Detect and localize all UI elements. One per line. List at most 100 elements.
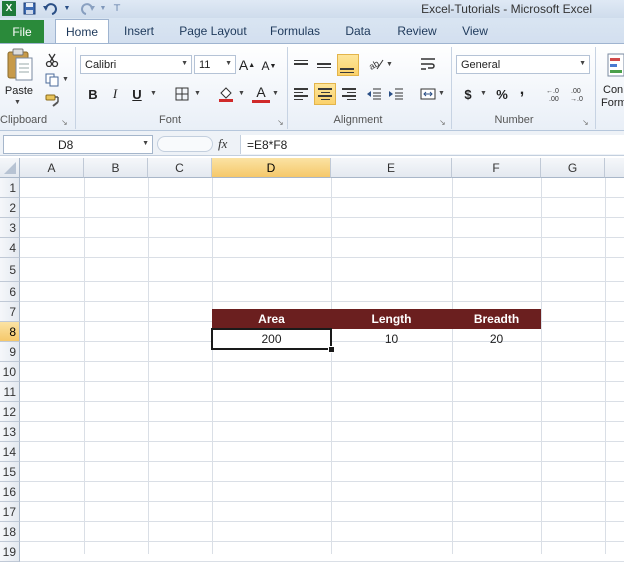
- decrease-decimal-icon[interactable]: .00 →.0: [570, 84, 592, 104]
- cell-e7[interactable]: Length: [331, 309, 452, 329]
- currency-button[interactable]: $: [460, 84, 476, 104]
- gridline: [84, 178, 85, 554]
- row-header-9[interactable]: 9: [0, 342, 20, 362]
- gridline: [20, 381, 624, 382]
- svg-text:ab: ab: [368, 58, 381, 71]
- column-header-e[interactable]: E: [331, 158, 452, 178]
- row-header-13[interactable]: 13: [0, 422, 20, 442]
- column-header-b[interactable]: B: [84, 158, 148, 178]
- percent-button[interactable]: %: [494, 84, 510, 104]
- align-middle-icon[interactable]: [315, 54, 335, 74]
- column-header-f[interactable]: F: [452, 158, 541, 178]
- shrink-font-button[interactable]: A ▼: [260, 56, 278, 76]
- cell-e8[interactable]: 10: [331, 329, 452, 349]
- align-bottom-icon[interactable]: [337, 54, 359, 76]
- copy-dropdown-icon[interactable]: ▼: [62, 76, 69, 83]
- fill-color-icon[interactable]: [216, 84, 236, 104]
- row-header-3[interactable]: 3: [0, 218, 20, 238]
- row-header-2[interactable]: 2: [0, 198, 20, 218]
- row-header-12[interactable]: 12: [0, 402, 20, 422]
- gridline: [148, 178, 149, 554]
- column-header-c[interactable]: C: [148, 158, 212, 178]
- italic-button[interactable]: I: [106, 84, 124, 104]
- tab-view[interactable]: View: [452, 19, 498, 43]
- paste-dropdown-icon[interactable]: ▼: [14, 99, 21, 106]
- cell-d7[interactable]: Area: [212, 309, 331, 329]
- insert-function-button[interactable]: fx: [218, 136, 236, 152]
- tab-formulas[interactable]: Formulas: [264, 19, 326, 43]
- underline-button[interactable]: U: [128, 84, 146, 104]
- underline-dropdown-icon[interactable]: ▼: [150, 90, 157, 97]
- row-header-15[interactable]: 15: [0, 462, 20, 482]
- paste-button[interactable]: Paste: [4, 85, 34, 97]
- decrease-indent-icon[interactable]: [364, 84, 384, 104]
- fill-color-dropdown-icon[interactable]: ▼: [238, 90, 245, 97]
- row-header-17[interactable]: 17: [0, 502, 20, 522]
- currency-dropdown-icon[interactable]: ▼: [480, 90, 487, 97]
- font-color-dropdown-icon[interactable]: ▼: [272, 90, 279, 97]
- font-size-select[interactable]: 11 ▼: [194, 55, 236, 74]
- cell-f7[interactable]: Breadth: [452, 309, 541, 329]
- tab-home[interactable]: Home: [55, 19, 109, 43]
- cut-icon[interactable]: [42, 50, 62, 70]
- borders-dropdown-icon[interactable]: ▼: [194, 90, 201, 97]
- conditional-formatting-button[interactable]: Con: [603, 84, 623, 96]
- row-header-7[interactable]: 7: [0, 302, 20, 322]
- select-all-corner[interactable]: [0, 158, 20, 178]
- grow-font-button[interactable]: A ▲: [238, 55, 256, 75]
- align-center-icon[interactable]: [314, 83, 336, 105]
- row-header-11[interactable]: 11: [0, 382, 20, 402]
- row-header-6[interactable]: 6: [0, 282, 20, 302]
- number-format-select[interactable]: General ▼: [456, 55, 590, 74]
- row-header-16[interactable]: 16: [0, 482, 20, 502]
- formula-input[interactable]: =E8*F8: [240, 135, 624, 154]
- wrap-text-icon[interactable]: [418, 54, 438, 74]
- row-header-5[interactable]: 5: [0, 258, 20, 282]
- increase-indent-icon[interactable]: [386, 84, 406, 104]
- column-header-a[interactable]: A: [20, 158, 84, 178]
- formula-bar-splitter[interactable]: [157, 136, 213, 152]
- clipboard-launcher-icon[interactable]: ↘: [61, 118, 68, 127]
- font-launcher-icon[interactable]: ↘: [277, 118, 284, 127]
- tab-review[interactable]: Review: [390, 19, 444, 43]
- tab-insert[interactable]: Insert: [114, 19, 164, 43]
- row-header-18[interactable]: 18: [0, 522, 20, 542]
- name-box[interactable]: D8 ▼: [3, 135, 153, 154]
- row-header-19[interactable]: 19: [0, 542, 20, 562]
- format-painter-icon[interactable]: [42, 90, 62, 110]
- align-right-icon[interactable]: [338, 84, 358, 104]
- merge-dropdown-icon[interactable]: ▼: [438, 90, 445, 97]
- merge-center-icon[interactable]: [418, 84, 438, 104]
- font-name-select[interactable]: Calibri ▼: [80, 55, 192, 74]
- number-launcher-icon[interactable]: ↘: [582, 118, 589, 127]
- gridline: [541, 178, 542, 554]
- alignment-launcher-icon[interactable]: ↘: [439, 118, 446, 127]
- align-left-icon[interactable]: [292, 84, 312, 104]
- row-header-14[interactable]: 14: [0, 442, 20, 462]
- cell-d8-active[interactable]: 200: [211, 328, 332, 350]
- tab-page-layout[interactable]: Page Layout: [172, 19, 254, 43]
- increase-decimal-icon[interactable]: ←.0.00: [546, 84, 568, 104]
- orientation-icon[interactable]: ab: [366, 54, 386, 74]
- tab-data[interactable]: Data: [336, 19, 380, 43]
- copy-icon[interactable]: [42, 70, 62, 90]
- orientation-dropdown-icon[interactable]: ▼: [386, 61, 393, 68]
- row-header-10[interactable]: 10: [0, 362, 20, 382]
- cell-f8[interactable]: 20: [452, 329, 541, 349]
- tab-file[interactable]: File: [0, 20, 44, 43]
- align-top-icon[interactable]: [292, 54, 312, 74]
- font-color-button[interactable]: A: [252, 84, 270, 103]
- row-header-8[interactable]: 8: [0, 322, 20, 342]
- borders-icon[interactable]: [172, 84, 192, 104]
- conditional-formatting-icon[interactable]: [606, 50, 624, 80]
- name-box-dropdown-icon[interactable]: ▼: [142, 140, 149, 147]
- comma-button[interactable]: ,: [514, 80, 530, 100]
- paste-icon[interactable]: [4, 48, 34, 84]
- alignment-group-label: Alignment: [333, 114, 383, 126]
- row-header-1[interactable]: 1: [0, 178, 20, 198]
- row-header-4[interactable]: 4: [0, 238, 20, 258]
- bold-button[interactable]: B: [84, 84, 102, 104]
- column-header-g[interactable]: G: [541, 158, 605, 178]
- column-header-d[interactable]: D: [212, 158, 331, 178]
- column-header-h[interactable]: [605, 158, 624, 178]
